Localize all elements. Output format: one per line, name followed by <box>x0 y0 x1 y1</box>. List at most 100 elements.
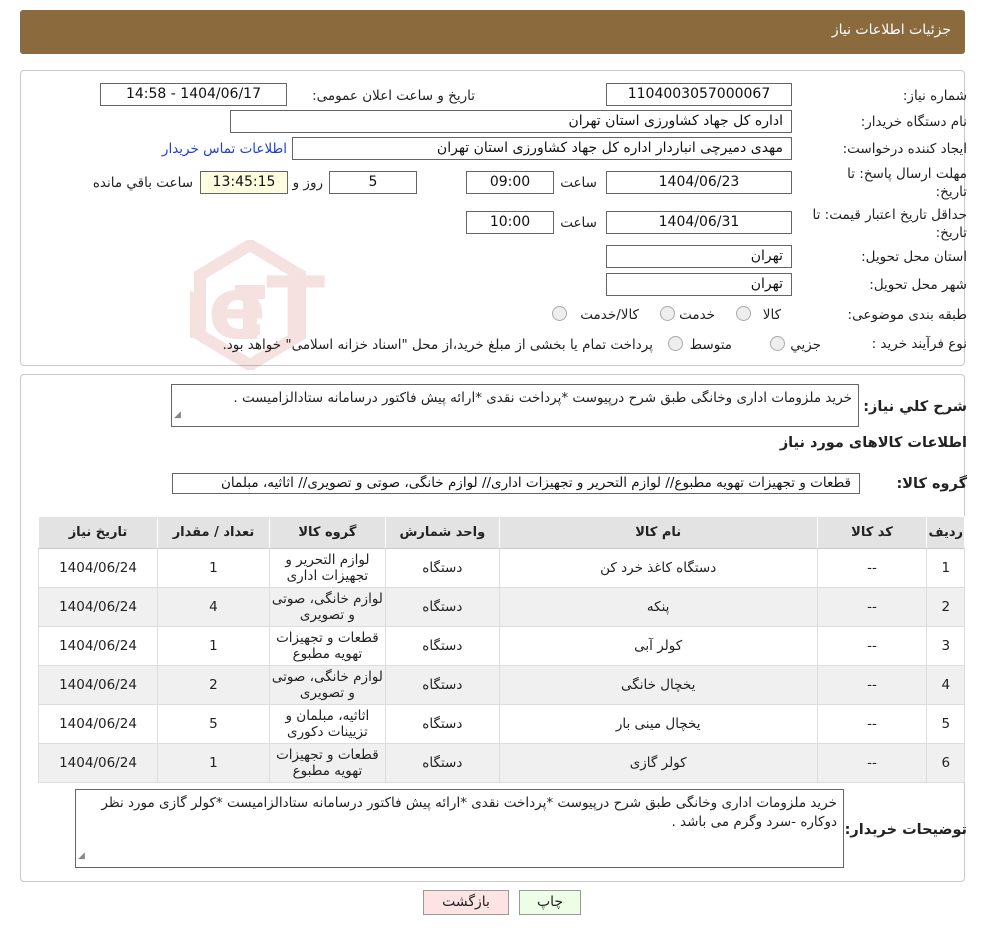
cell-unit: دستگاه <box>384 704 500 744</box>
category-option-goods: کالا <box>762 307 781 323</box>
table-row: 5 -- یخچال مینی بار دستگاه اثاثیه، مبلما… <box>38 704 965 744</box>
cell-unit: دستگاه <box>384 587 500 627</box>
items-table: ردیف کد کالا نام کالا واحد شمارش گروه کا… <box>38 516 965 783</box>
cell-quantity: 4 <box>157 587 270 627</box>
cell-unit: دستگاه <box>384 626 500 666</box>
cell-quantity: 5 <box>157 704 270 744</box>
cell-quantity: 1 <box>157 743 270 783</box>
cell-need-date: 1404/06/24 <box>38 704 158 744</box>
cell-row: 3 <box>926 626 965 666</box>
buyer-contact-link[interactable]: اطلاعات تماس خریدار <box>162 141 287 157</box>
cell-row: 2 <box>926 587 965 627</box>
cell-name: کولر گازی <box>498 743 818 783</box>
buyer-notes-text: خرید ملزومات اداری وخانگی طبق شرح درپیوس… <box>101 795 837 830</box>
table-row: 3 -- کولر آبی دستگاه قطعات و تجهیزات تهو… <box>38 626 965 666</box>
cell-row: 4 <box>926 665 965 705</box>
remaining-time-field[interactable]: 13:45:15 <box>200 171 288 194</box>
cell-unit: دستگاه <box>384 743 500 783</box>
cell-unit: دستگاه <box>384 665 500 705</box>
validity-date-field[interactable]: 1404/06/31 <box>606 211 792 234</box>
category-option-service: خدمت <box>679 307 715 323</box>
buyer-notes-label: توضیحات خریدار: <box>844 822 967 838</box>
summary-label: شرح کلي نیاز: <box>863 399 967 415</box>
table-row: 1 -- دستگاه کاغذ خرد کن دستگاه لوازم الت… <box>38 548 965 588</box>
resize-grip-icon[interactable]: ◢ <box>78 847 85 866</box>
deadline-time-field[interactable]: 09:00 <box>466 171 554 194</box>
cell-code: -- <box>816 704 928 744</box>
col-need-date: تاریخ نیاز <box>38 516 158 549</box>
table-row: 6 -- کولر گازی دستگاه قطعات و تجهیزات ته… <box>38 743 965 783</box>
province-field[interactable]: تهران <box>606 245 792 268</box>
cell-group: اثاثیه، مبلمان و تزیینات دکوری <box>268 704 386 744</box>
cell-group: لوازم خانگی، صوتی و تصویری <box>268 665 386 705</box>
goods-group-label: گروه کالا: <box>896 476 967 492</box>
cell-need-date: 1404/06/24 <box>38 665 158 705</box>
process-option-medium: متوسط <box>689 337 732 353</box>
cell-name: کولر آبی <box>498 626 818 666</box>
deadline-label-date: تاریخ: <box>935 184 967 200</box>
cell-code: -- <box>816 548 928 588</box>
cell-group: قطعات و تجهیزات تهویه مطبوع <box>268 626 386 666</box>
buyer-notes-textarea[interactable]: خرید ملزومات اداری وخانگی طبق شرح درپیوس… <box>75 789 844 868</box>
col-code: کد کالا <box>816 516 928 549</box>
category-radio-goods-service[interactable] <box>552 306 567 321</box>
validity-time-label: ساعت <box>560 215 597 231</box>
cell-name: یخچال خانگی <box>498 665 818 705</box>
back-button[interactable]: بازگشت <box>423 890 509 915</box>
cell-group: قطعات و تجهیزات تهویه مطبوع <box>268 743 386 783</box>
cell-need-date: 1404/06/24 <box>38 587 158 627</box>
cell-name: پنکه <box>498 587 818 627</box>
days-remaining-field[interactable]: 5 <box>329 171 417 194</box>
table-row: 2 -- پنکه دستگاه لوازم خانگی، صوتی و تصو… <box>38 587 965 627</box>
cell-name: دستگاه کاغذ خرد کن <box>498 548 818 588</box>
resize-grip-icon[interactable]: ◢ <box>174 406 181 425</box>
col-quantity: تعداد / مقدار <box>157 516 270 549</box>
print-button[interactable]: چاپ <box>519 890 581 915</box>
validity-label-date: تاریخ: <box>935 225 967 241</box>
cell-row: 5 <box>926 704 965 744</box>
cell-quantity: 2 <box>157 665 270 705</box>
announce-datetime-field[interactable]: 1404/06/17 - 14:58 <box>100 83 287 106</box>
deadline-label: مهلت ارسال پاسخ: تا <box>847 166 967 182</box>
cell-code: -- <box>816 743 928 783</box>
validity-label: حداقل تاریخ اعتبار قیمت: تا <box>812 207 967 223</box>
province-label: استان محل تحویل: <box>861 249 967 265</box>
process-note: پرداخت تمام یا بخشی از مبلغ خرید،از محل … <box>222 337 653 353</box>
cell-row: 6 <box>926 743 965 783</box>
need-number-field[interactable]: 1104003057000067 <box>606 83 792 106</box>
validity-time-field[interactable]: 10:00 <box>466 211 554 234</box>
category-radio-service[interactable] <box>660 306 675 321</box>
page-title: جزئیات اطلاعات نیاز <box>831 22 951 38</box>
goods-section-title: اطلاعات کالاهای مورد نیاز <box>779 435 967 451</box>
need-number-label: شماره نیاز: <box>902 88 967 104</box>
summary-text: خرید ملزومات اداری وخانگی طبق شرح درپیوس… <box>233 390 852 406</box>
cell-need-date: 1404/06/24 <box>38 743 158 783</box>
category-option-goods-service: کالا/خدمت <box>580 307 639 323</box>
items-table-header: ردیف کد کالا نام کالا واحد شمارش گروه کا… <box>38 516 965 549</box>
goods-group-field[interactable]: قطعات و تجهیزات تهویه مطبوع// لوازم التح… <box>172 473 860 494</box>
remaining-label: ساعت باقي مانده <box>92 175 193 191</box>
creator-field[interactable]: مهدی دمیرچی انباردار اداره کل جهاد کشاور… <box>292 137 792 160</box>
cell-quantity: 1 <box>157 626 270 666</box>
col-unit: واحد شمارش <box>384 516 500 549</box>
col-name: نام کالا <box>498 516 818 549</box>
cell-need-date: 1404/06/24 <box>38 548 158 588</box>
city-field[interactable]: تهران <box>606 273 792 296</box>
deadline-time-label: ساعت <box>560 175 597 191</box>
cell-code: -- <box>816 626 928 666</box>
cell-unit: دستگاه <box>384 548 500 588</box>
announce-label: تاریخ و ساعت اعلان عمومی: <box>312 88 475 104</box>
process-radio-partial[interactable] <box>770 336 785 351</box>
days-label: روز و <box>292 175 323 191</box>
summary-textarea[interactable]: خرید ملزومات اداری وخانگی طبق شرح درپیوس… <box>171 384 859 427</box>
cell-group: لوازم خانگی، صوتی و تصویری <box>268 587 386 627</box>
city-label: شهر محل تحویل: <box>869 277 967 293</box>
buyer-org-label: نام دستگاه خریدار: <box>860 114 967 130</box>
process-option-partial: جزیي <box>790 337 821 353</box>
category-radio-goods[interactable] <box>736 306 751 321</box>
col-group: گروه کالا <box>268 516 386 549</box>
deadline-date-field[interactable]: 1404/06/23 <box>606 171 792 194</box>
buyer-org-field[interactable]: اداره کل جهاد کشاورزی استان تهران <box>230 110 792 133</box>
process-radio-medium[interactable] <box>668 336 683 351</box>
col-row: ردیف <box>926 516 965 549</box>
